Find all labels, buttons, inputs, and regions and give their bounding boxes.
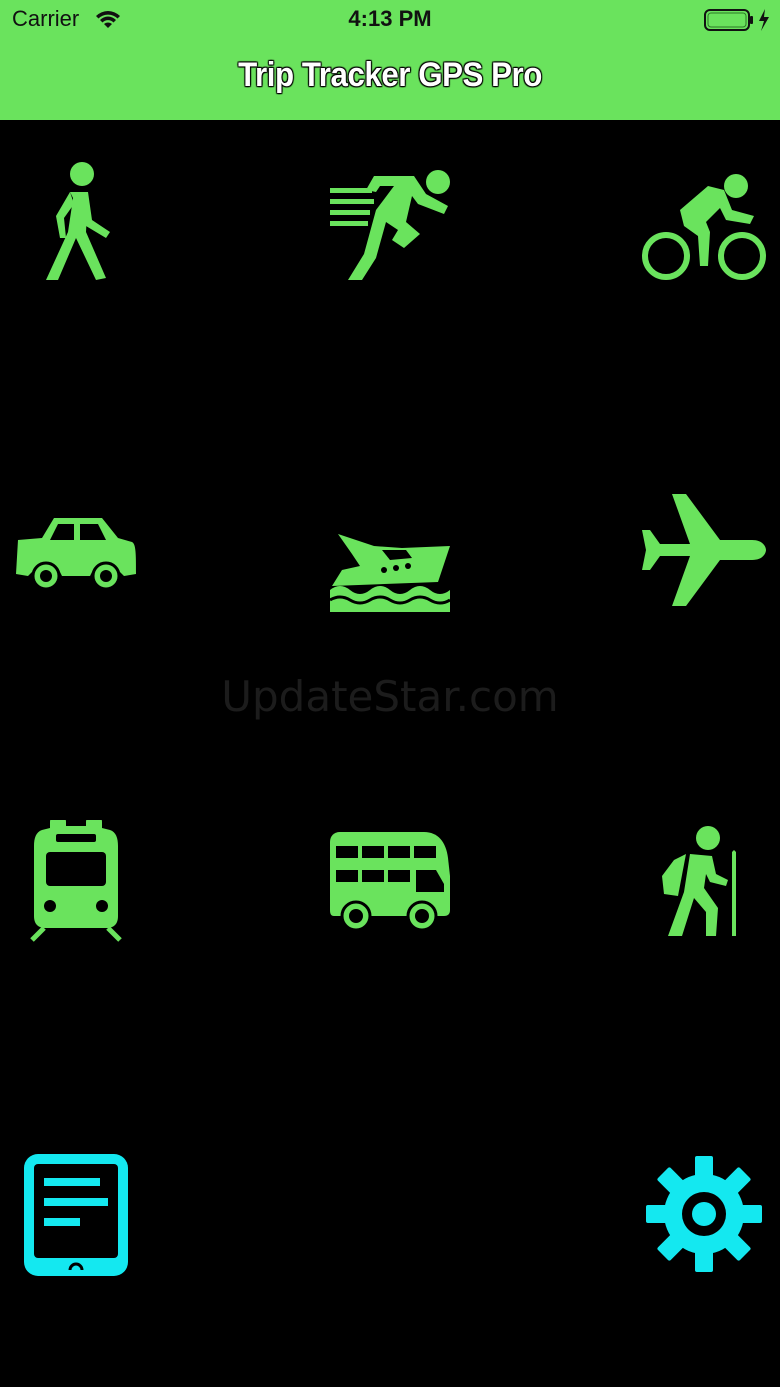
settings-button[interactable] [646, 1156, 762, 1272]
car-icon [16, 518, 136, 590]
cycling-button[interactable] [640, 170, 768, 282]
cycling-icon [642, 174, 766, 280]
status-bar: Carrier 4:13 PM [0, 0, 780, 40]
watermark: UpdateStar.com [221, 672, 559, 721]
page-title: Trip Tracker GPS Pro [238, 56, 542, 94]
walking-button[interactable] [30, 158, 120, 282]
nav-bar: Carrier 4:13 PM Trip Tracker GPS Pro [0, 0, 780, 120]
boat-icon [330, 534, 450, 612]
bus-icon [330, 832, 450, 932]
bus-button[interactable] [328, 832, 452, 932]
tablet-log-icon [24, 1154, 128, 1276]
hiking-icon [662, 826, 736, 936]
charging-bolt-icon [759, 9, 769, 31]
log-button[interactable] [24, 1154, 128, 1276]
airplane-icon [642, 494, 766, 606]
car-button[interactable] [14, 514, 138, 590]
train-button[interactable] [30, 820, 122, 942]
status-time: 4:13 PM [348, 6, 432, 31]
hiking-button[interactable] [660, 824, 744, 940]
battery-icon [704, 8, 774, 37]
airplane-button[interactable] [642, 494, 766, 608]
running-button[interactable] [328, 166, 452, 282]
gear-icon [646, 1156, 762, 1272]
train-icon [30, 820, 122, 942]
walking-icon [46, 162, 110, 280]
running-icon [330, 170, 450, 280]
boat-button[interactable] [330, 530, 450, 612]
